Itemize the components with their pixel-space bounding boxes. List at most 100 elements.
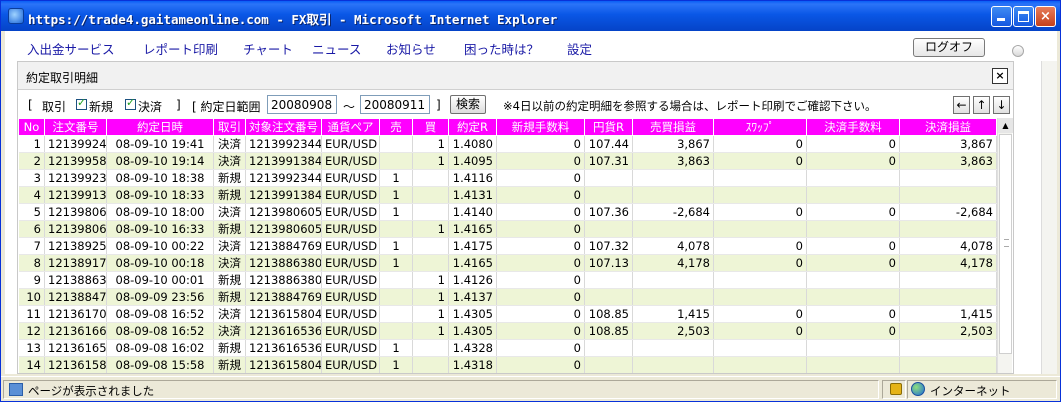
- menu-chart[interactable]: チャート: [243, 39, 293, 58]
- table-cell: 08-09-10 19:14: [106, 152, 214, 170]
- table-cell: [899, 356, 997, 373]
- table-cell: [806, 288, 900, 306]
- table-cell: 1.4165: [448, 254, 497, 272]
- table-cell: [806, 356, 900, 373]
- table-row[interactable]: 5121398063008-09-10 18:00決済1213980605EUR…: [18, 203, 997, 221]
- table-cell: 1213615804: [245, 305, 322, 323]
- table-cell: 0: [496, 288, 585, 306]
- nav-down-button[interactable]: ↓: [993, 96, 1010, 114]
- table-cell: [806, 271, 900, 289]
- table-cell: [412, 356, 449, 373]
- table-cell: 7: [18, 237, 45, 255]
- table-cell: 決済: [213, 305, 246, 323]
- table-row[interactable]: 6121398060508-09-10 16:33新規1213980605EUR…: [18, 220, 997, 238]
- table-cell: 08-09-08 15:58: [106, 356, 214, 373]
- filter-bar: [ 取引 新規 決済 ] [ 約定日範囲 20080908 ～ 20080911…: [18, 92, 1013, 118]
- table-cell: [632, 220, 714, 238]
- table-cell: 1213891707: [44, 254, 107, 272]
- settle-checkbox[interactable]: [125, 96, 136, 110]
- nav-prev-button[interactable]: ←: [953, 96, 970, 114]
- scroll-up-arrow-icon[interactable]: ▲: [998, 118, 1013, 133]
- table-cell: 08-09-10 00:18: [106, 254, 214, 272]
- table-cell: [379, 271, 413, 289]
- table-cell: 1213992344: [245, 135, 322, 153]
- table-cell: [412, 254, 449, 272]
- table-row[interactable]: 1121399240108-09-10 19:41決済1213992344EUR…: [18, 135, 997, 153]
- table-row[interactable]: 3121399234408-09-10 18:38新規1213992344EUR…: [18, 169, 997, 187]
- table-cell: 107.32: [584, 237, 633, 255]
- table-cell: 1: [379, 237, 413, 255]
- execution-table: No 注文番号 約定日時 取引 対象注文番号 通貨ペア売買約定R 新規手数料 円貨R 売買損益ｽ…: [18, 118, 997, 373]
- panel-header: 約定取引明細 ×: [18, 62, 1013, 90]
- table-scrollbar[interactable]: ▲: [997, 118, 1013, 373]
- page-scrollbar[interactable]: [1041, 61, 1057, 374]
- table-row[interactable]: 11121361701208-09-08 16:52決済1213615804EU…: [18, 305, 997, 323]
- table-cell: 1213617012: [44, 305, 107, 323]
- menu-news[interactable]: ニュース: [312, 39, 361, 58]
- table-cell: 4,178: [899, 254, 997, 272]
- date-from-field[interactable]: 20080908: [267, 95, 337, 114]
- menu-deposit-service[interactable]: 入出金サービス: [27, 39, 115, 58]
- table-cell: 107.13: [584, 254, 633, 272]
- maximize-button[interactable]: [1013, 6, 1034, 27]
- table-row[interactable]: 12121361666108-09-08 16:52決済1213616536EU…: [18, 322, 997, 340]
- table-cell: [379, 135, 413, 153]
- table-cell: 1: [412, 271, 449, 289]
- table-row[interactable]: 4121399138408-09-10 18:33新規1213991384EUR…: [18, 186, 997, 204]
- table-cell: 0: [806, 254, 900, 272]
- date-bracket-close: ]: [436, 98, 441, 112]
- filter-note: ※4日以前の約定明細を参照する場合は、レポート印刷でご確認下さい。: [503, 99, 877, 113]
- column-header: 通貨ペア: [321, 118, 380, 136]
- table-cell: 新規: [213, 169, 246, 187]
- table-row[interactable]: 8121389170708-09-10 00:18決済1213886380EUR…: [18, 254, 997, 272]
- table-cell: 3,863: [899, 152, 997, 170]
- table-cell: EUR/USD: [321, 305, 380, 323]
- scrollbar-thumb[interactable]: [999, 134, 1012, 354]
- table-row[interactable]: 7121389250008-09-10 00:22決済1213884769EUR…: [18, 237, 997, 255]
- table-cell: 新規: [213, 271, 246, 289]
- table-cell: 1.4095: [448, 152, 497, 170]
- minimize-button[interactable]: [991, 6, 1012, 27]
- ie-icon: [8, 8, 24, 24]
- new-checkbox[interactable]: [76, 96, 87, 110]
- table-row[interactable]: 10121388476908-09-09 23:56新規1213884769EU…: [18, 288, 997, 306]
- table-cell: 1: [379, 186, 413, 204]
- menu-help[interactable]: 困った時は？: [464, 39, 539, 58]
- table-row[interactable]: 9121388638008-09-10 00:01新規1213886380EUR…: [18, 271, 997, 289]
- table-cell: 08-09-08 16:02: [106, 339, 214, 357]
- date-to-field[interactable]: 20080911: [360, 95, 430, 114]
- table-row[interactable]: 13121361653608-09-08 16:02新規1213616536EU…: [18, 339, 997, 357]
- table-cell: 108.85: [584, 305, 633, 323]
- execution-table-wrap: No 注文番号 約定日時 取引 対象注文番号 通貨ペア売買約定R 新規手数料 円貨R 売買損益ｽ…: [18, 118, 1013, 373]
- menu-notices[interactable]: お知らせ: [386, 39, 436, 58]
- table-cell: 0: [496, 356, 585, 373]
- close-button[interactable]: ×: [1035, 6, 1056, 27]
- table-cell: [899, 271, 997, 289]
- search-button[interactable]: 検索: [450, 95, 486, 114]
- nav-up-button[interactable]: ↑: [973, 96, 990, 114]
- table-cell: EUR/USD: [321, 322, 380, 340]
- table-row[interactable]: 2121399582208-09-10 19:14決済1213991384EUR…: [18, 152, 997, 170]
- panel-close-button[interactable]: ×: [992, 68, 1008, 84]
- table-cell: [379, 288, 413, 306]
- maximize-icon: [1018, 11, 1029, 22]
- table-cell: 0: [496, 135, 585, 153]
- logoff-button[interactable]: ログオフ: [913, 38, 985, 57]
- table-cell: 新規: [213, 356, 246, 373]
- column-header: 買: [412, 118, 449, 136]
- table-cell: [584, 186, 633, 204]
- table-cell: 1.4328: [448, 339, 497, 357]
- table-cell: 1: [412, 152, 449, 170]
- table-cell: [584, 169, 633, 187]
- page-content: 入出金サービス レポート印刷 チャート ニュース お知らせ 困った時は？ 設定 …: [5, 31, 1057, 374]
- table-cell: EUR/USD: [321, 254, 380, 272]
- table-cell: 3,867: [632, 135, 714, 153]
- menu-settings[interactable]: 設定: [567, 39, 592, 58]
- settle-label: 決済: [138, 100, 163, 114]
- table-row[interactable]: 14121361580408-09-08 15:58新規1213615804EU…: [18, 356, 997, 373]
- table-cell: 0: [496, 322, 585, 340]
- table-cell: 0: [806, 322, 900, 340]
- column-header: No: [18, 118, 45, 136]
- menu-report-print[interactable]: レポート印刷: [143, 39, 218, 58]
- table-cell: [713, 271, 807, 289]
